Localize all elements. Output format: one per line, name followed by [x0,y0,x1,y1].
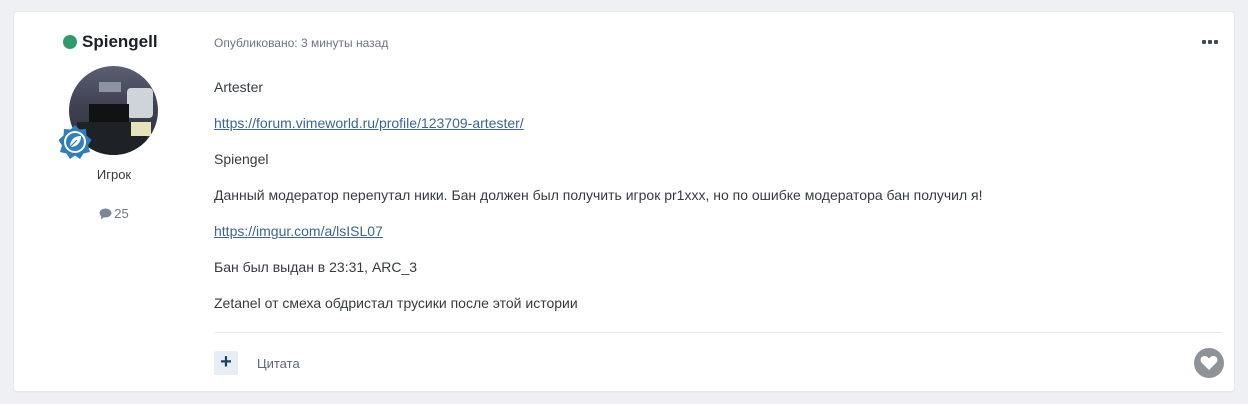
paragraph: Данный модератор перепутал ники. Бан дол… [214,187,983,203]
profile-link[interactable]: https://forum.vimeworld.ru/profile/12370… [214,115,524,131]
heart-icon[interactable] [1194,348,1224,378]
online-status-icon [63,35,77,49]
paragraph: Бан был выдан в 23:31, ARC_3 [214,259,418,275]
divider [214,332,1222,333]
imgur-link[interactable]: https://imgur.com/a/lsISL07 [214,223,383,239]
author-name-label[interactable]: Spiengell [82,32,158,52]
paragraph: Spiengel [214,151,269,167]
post-count-value: 25 [114,206,129,221]
comment-bubble-icon [99,208,112,220]
paragraph: Artester [214,79,264,95]
author-rank: Игрок [96,167,132,182]
forum-post: Spiengell Игрок 25 Опубликовано: 3 минут… [14,12,1234,391]
quote-button[interactable]: Цитата [257,356,300,371]
author-name[interactable]: Spiengell [63,32,158,52]
leaf-badge-icon [57,124,93,160]
paragraph-link-wrapper: https://forum.vimeworld.ru/profile/12370… [214,114,1214,132]
post-meta[interactable]: Опубликовано: 3 минуты назад [214,36,388,50]
post-content: Artester https://forum.vimeworld.ru/prof… [214,78,1214,330]
paragraph: Zetanel от смеха обдристал трусики после… [214,295,578,311]
paragraph-link-wrapper: https://imgur.com/a/lsISL07 [214,222,1214,240]
author-post-count[interactable]: 25 [74,206,154,221]
more-dots-icon[interactable] [1202,36,1220,48]
multiquote-plus-button[interactable]: + [214,351,238,375]
